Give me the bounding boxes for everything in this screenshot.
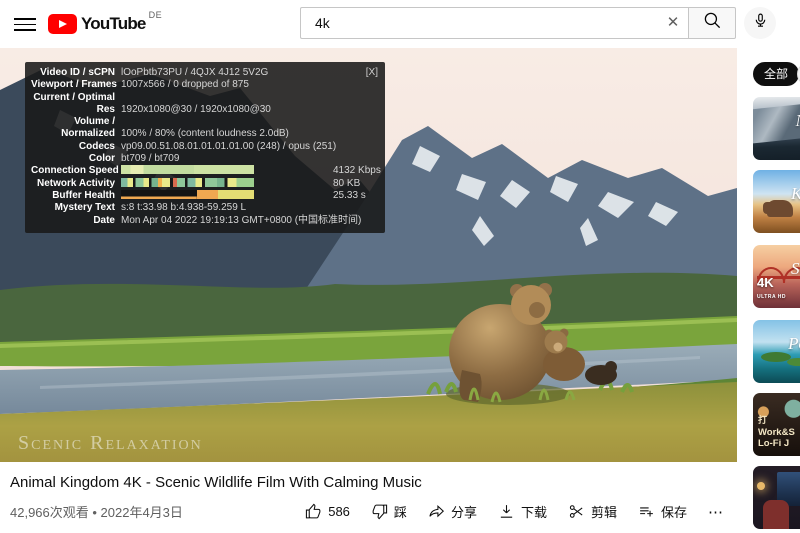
related-video-thumbnail[interactable]: Sc 4KULTRA HD <box>753 245 800 308</box>
4k-badge: 4KULTRA HD <box>757 277 786 303</box>
scissors-icon <box>568 503 585 520</box>
logo-text: YouTube <box>81 14 146 34</box>
related-video-thumbnail[interactable]: Po <box>753 320 800 383</box>
network-activity-bar <box>121 178 254 187</box>
channel-watermark: Scenic Relaxation <box>18 432 203 455</box>
stats-row: Mystery Texts:8 t:33.98 b:4.938-59.259 L <box>25 202 385 214</box>
stats-row: Res1920x1080@30 / 1920x1080@30 <box>25 104 385 116</box>
thumbnail-title-letter: Ki <box>791 184 800 204</box>
stats-row: Codecsvp09.00.51.08.01.01.01.01.00 (248)… <box>25 141 385 153</box>
related-video-thumbnail[interactable] <box>753 466 800 529</box>
stats-row: Volume / <box>25 116 385 128</box>
stats-row: Current / Optimal <box>25 92 385 104</box>
region-label: DE <box>149 10 163 20</box>
save-button[interactable]: 保存 <box>638 502 687 521</box>
chair-graphic <box>763 500 789 529</box>
more-icon: ⋯ <box>708 503 725 521</box>
stats-row-network-activity: Network Activity80 KB <box>25 178 385 190</box>
more-actions-button[interactable]: ⋯ <box>708 503 725 521</box>
video-player[interactable]: Scenic Relaxation [X] Video ID / sCPNlOo… <box>0 48 737 462</box>
search-button[interactable] <box>688 7 736 39</box>
search-box: ✕ <box>300 7 688 39</box>
youtube-logo[interactable]: YouTube DE <box>48 12 162 34</box>
thumbs-down-icon <box>371 503 388 520</box>
related-video-thumbnail[interactable]: 打 Work&S Lo-Fi J <box>753 393 800 456</box>
lamp-graphic <box>757 482 765 490</box>
related-videos-sidebar: 全部 N Ki Sc 4KULTRA HD Po 打 Work&S Lo-Fi … <box>745 48 800 533</box>
search-input[interactable] <box>315 8 658 38</box>
thumbnail-title-letter: Po <box>788 334 800 354</box>
download-icon <box>498 503 515 520</box>
stats-row: Normalized100% / 80% (content loudness 2… <box>25 128 385 140</box>
like-button[interactable]: 586 <box>305 503 350 520</box>
elephant-graphic <box>767 200 793 217</box>
buffer-health-bar <box>121 190 254 199</box>
thumbs-up-icon <box>305 503 322 520</box>
filter-chip-all[interactable]: 全部 <box>753 62 799 86</box>
video-info-section: Animal Kingdom 4K - Scenic Wildlife Film… <box>0 462 737 533</box>
stats-row: Colorbt709 / bt709 <box>25 153 385 165</box>
search-area: ✕ <box>300 7 736 39</box>
clip-label: 剪辑 <box>591 502 617 521</box>
share-arrow-icon <box>428 503 445 520</box>
mic-button[interactable] <box>744 7 776 39</box>
menu-icon[interactable] <box>14 14 36 34</box>
thumbnail-title-letter: Sc <box>791 259 800 279</box>
thumbnail-title-letter: N <box>796 111 800 131</box>
search-icon <box>703 11 722 35</box>
stats-for-nerds-panel: [X] Video ID / sCPNlOoPbtb73PU / 4QJX 4J… <box>25 62 385 233</box>
download-button[interactable]: 下载 <box>498 502 547 521</box>
related-video-thumbnail[interactable]: Ki <box>753 170 800 233</box>
stats-row-buffer-health: Buffer Health25.33 s <box>25 190 385 202</box>
stats-row: DateMon Apr 04 2022 19:19:13 GMT+0800 (中… <box>25 215 385 227</box>
thumbnail-text: 打 Work&S Lo-Fi J <box>758 415 795 450</box>
like-count: 586 <box>328 504 350 519</box>
share-label: 分享 <box>451 502 477 521</box>
clear-search-icon[interactable]: ✕ <box>658 7 688 39</box>
stats-row-connection-speed: Connection Speed4132 Kbps <box>25 165 385 177</box>
action-bar: 586 踩 分享 下载 <box>305 502 737 521</box>
connection-speed-bar <box>121 165 254 174</box>
island-graphic <box>787 358 800 366</box>
top-bar: YouTube DE ✕ <box>0 0 800 48</box>
stats-row: Video ID / sCPNlOoPbtb73PU / 4QJX 4J12 5… <box>25 67 385 79</box>
youtube-play-icon <box>48 14 77 34</box>
clip-button[interactable]: 剪辑 <box>568 502 617 521</box>
related-video-thumbnail[interactable]: N <box>753 97 800 160</box>
dislike-label: 踩 <box>394 502 407 521</box>
download-label: 下载 <box>521 502 547 521</box>
playlist-add-icon <box>638 503 655 520</box>
share-button[interactable]: 分享 <box>428 502 477 521</box>
mic-icon <box>752 12 769 34</box>
stats-row: Viewport / Frames1007x566 / 0 dropped of… <box>25 79 385 91</box>
dislike-button[interactable]: 踩 <box>371 502 407 521</box>
view-count-and-date: 42,966次观看 • 2022年4月3日 <box>10 502 183 521</box>
video-title: Animal Kingdom 4K - Scenic Wildlife Film… <box>10 474 422 491</box>
save-label: 保存 <box>661 502 687 521</box>
